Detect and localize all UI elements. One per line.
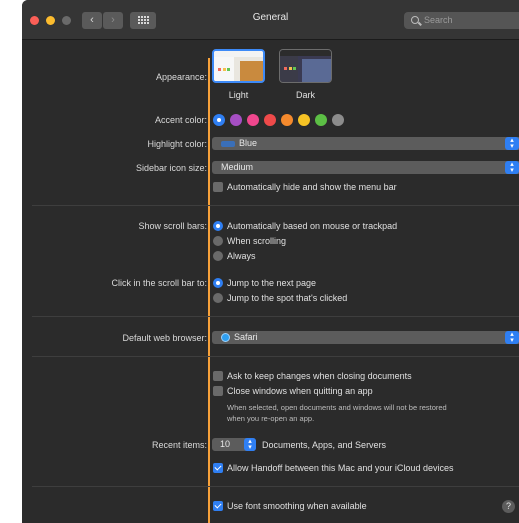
search-placeholder: Search xyxy=(424,15,453,25)
close-windows-note-line2: when you re-open an app. xyxy=(227,414,315,423)
scroll-bars-auto-radio[interactable] xyxy=(213,221,223,231)
accent-swatch-purple[interactable] xyxy=(230,114,242,126)
help-button[interactable]: ? xyxy=(502,500,515,513)
ask-keep-changes-label: Ask to keep changes when closing documen… xyxy=(227,371,412,381)
accent-swatch-blue[interactable] xyxy=(213,114,225,126)
preferences-window: ‹ › General Search Appearance: Light Dar… xyxy=(22,0,519,523)
appearance-label: Appearance: xyxy=(155,72,207,82)
accent-swatch-pink[interactable] xyxy=(247,114,259,126)
highlight-color-label: Highlight color: xyxy=(147,139,207,149)
popup-arrows-icon: ▴ ▾ xyxy=(505,161,519,174)
appearance-dark-thumbnail[interactable] xyxy=(279,49,332,83)
recent-items-value: 10 xyxy=(220,439,231,449)
close-windows-checkbox[interactable] xyxy=(213,386,223,396)
search-icon xyxy=(411,16,419,24)
appearance-dark-caption: Dark xyxy=(295,90,315,100)
safari-compass-icon xyxy=(221,333,230,343)
section-divider xyxy=(32,205,519,206)
menubar-autohide-checkbox[interactable] xyxy=(213,182,223,192)
scroll-bars-when-scrolling-label: When scrolling xyxy=(227,236,287,246)
font-smoothing-label: Use font smoothing when available xyxy=(227,501,367,511)
accent-swatch-graphite[interactable] xyxy=(332,114,344,126)
scroll-click-next-page-label: Jump to the next page xyxy=(227,278,317,288)
scroll-bars-auto-label: Automatically based on mouse or trackpad xyxy=(227,221,398,231)
default-browser-popup[interactable]: Safari ▴ ▾ xyxy=(212,331,519,344)
accent-swatch-green[interactable] xyxy=(315,114,327,126)
accent-color-label: Accent color: xyxy=(154,115,207,125)
alignment-guide xyxy=(208,58,210,523)
recent-items-suffix: Documents, Apps, and Servers xyxy=(262,440,387,450)
scroll-click-spot-radio[interactable] xyxy=(213,293,223,303)
default-browser-value: Safari xyxy=(234,332,258,342)
appearance-light-thumbnail[interactable] xyxy=(212,49,265,83)
title-bar: ‹ › General Search xyxy=(22,0,519,40)
accent-swatch-yellow[interactable] xyxy=(298,114,310,126)
appearance-light-caption: Light xyxy=(228,90,249,100)
close-windows-note-line1: When selected, open documents and window… xyxy=(227,403,447,412)
accent-swatch-red[interactable] xyxy=(264,114,276,126)
popup-arrows-icon: ▴ ▾ xyxy=(244,438,256,451)
search-field[interactable]: Search xyxy=(404,12,519,29)
default-browser-label: Default web browser: xyxy=(122,333,207,343)
scroll-bars-always-label: Always xyxy=(227,251,256,261)
scroll-click-label: Click in the scroll bar to: xyxy=(111,278,207,288)
scroll-bars-always-radio[interactable] xyxy=(213,251,223,261)
section-divider xyxy=(32,316,519,317)
scroll-click-spot-label: Jump to the spot that's clicked xyxy=(227,293,348,303)
sidebar-icon-size-popup[interactable]: Medium ▴ ▾ xyxy=(212,161,519,174)
section-divider xyxy=(32,356,519,357)
recent-items-stepper[interactable]: 10 ▴ ▾ xyxy=(212,438,256,451)
show-scroll-bars-label: Show scroll bars: xyxy=(138,221,207,231)
recent-items-label: Recent items: xyxy=(151,440,207,450)
ask-keep-changes-checkbox[interactable] xyxy=(213,371,223,381)
menubar-autohide-label: Automatically hide and show the menu bar xyxy=(227,182,397,192)
popup-arrows-icon: ▴ ▾ xyxy=(505,331,519,344)
highlight-color-popup[interactable]: Blue ▴ ▾ xyxy=(212,137,519,150)
section-divider xyxy=(32,486,519,487)
highlight-color-value: Blue xyxy=(239,138,258,148)
handoff-label: Allow Handoff between this Mac and your … xyxy=(227,463,454,473)
sidebar-icon-size-label: Sidebar icon size: xyxy=(135,163,207,173)
popup-arrows-icon: ▴ ▾ xyxy=(505,137,519,150)
accent-swatch-orange[interactable] xyxy=(281,114,293,126)
handoff-checkbox[interactable] xyxy=(213,463,223,473)
close-windows-label: Close windows when quitting an app xyxy=(227,386,373,396)
highlight-color-chip xyxy=(221,140,235,147)
sidebar-icon-size-value: Medium xyxy=(221,162,254,172)
scroll-click-next-page-radio[interactable] xyxy=(213,278,223,288)
scroll-bars-when-scrolling-radio[interactable] xyxy=(213,236,223,246)
font-smoothing-checkbox[interactable] xyxy=(213,501,223,511)
